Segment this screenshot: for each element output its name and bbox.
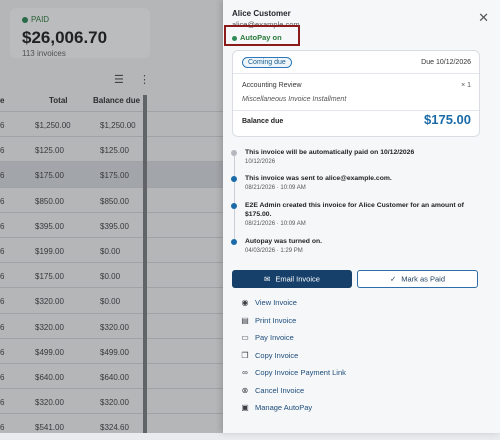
- timeline-text: This invoice was sent to alice@example.c…: [245, 175, 392, 182]
- invoice-drawer: Alice Customer alice@example.com ✕ AutoP…: [223, 0, 500, 433]
- timeline-time: 10/12/2026: [245, 159, 276, 165]
- action-label: Manage AutoPay: [255, 403, 313, 412]
- action-label: View Invoice: [255, 298, 297, 307]
- timeline-item: E2E Admin created this invoice for Alice…: [228, 201, 478, 227]
- timeline-time: 08/21/2026 · 10:09 AM: [245, 185, 306, 191]
- cancel-invoice-action[interactable]: ⊗ Cancel Invoice: [240, 386, 305, 398]
- email-invoice-button[interactable]: ✉ Email Invoice: [232, 270, 352, 288]
- autopay-icon: ▣: [241, 403, 249, 412]
- timeline-item: This invoice will be automatically paid …: [228, 148, 478, 165]
- divider: [233, 110, 479, 111]
- manage-autopay-action[interactable]: ▣ Manage AutoPay: [240, 403, 312, 415]
- timeline-text: This invoice will be automatically paid …: [245, 149, 415, 156]
- timeline-time: 04/03/2026 · 1:29 PM: [245, 248, 303, 254]
- line-item-name: Accounting Review: [242, 82, 302, 89]
- printer-icon: ▤: [241, 316, 249, 325]
- timeline-dot: [231, 203, 237, 209]
- copy-icon: ❐: [241, 351, 249, 360]
- invoice-card: Coming due Due 10/12/2026 Accounting Rev…: [232, 50, 480, 137]
- timeline-dot: [231, 176, 237, 182]
- view-invoice-action[interactable]: ◉ View Invoice: [240, 298, 297, 310]
- modal-overlay[interactable]: [0, 0, 232, 433]
- link-icon: ∞: [242, 368, 248, 377]
- timeline-dot: [231, 239, 237, 245]
- line-item-description: Miscellaneous Invoice Installment: [242, 96, 347, 103]
- customer-name: Alice Customer: [232, 9, 291, 18]
- coming-due-badge: Coming due: [242, 57, 292, 68]
- mail-icon: ✉: [264, 274, 271, 284]
- card-icon: ▭: [241, 333, 249, 342]
- action-label: Copy Invoice Payment Link: [255, 368, 346, 377]
- eye-icon: ◉: [241, 298, 249, 307]
- timeline-dot: [231, 150, 237, 156]
- mark-as-paid-button[interactable]: ✓ Mark as Paid: [357, 270, 478, 288]
- timeline-time: 08/21/2026 · 10:09 AM: [245, 221, 306, 227]
- cancel-icon: ⊗: [241, 386, 249, 395]
- autopay-label: AutoPay on: [240, 33, 282, 42]
- timeline-text: E2E Admin created this invoice for Alice…: [245, 202, 464, 218]
- line-item-qty: × 1: [461, 82, 471, 89]
- print-invoice-action[interactable]: ▤ Print Invoice: [240, 316, 296, 328]
- timeline-item: This invoice was sent to alice@example.c…: [228, 174, 478, 191]
- action-label: Cancel Invoice: [255, 386, 305, 395]
- copy-invoice-action[interactable]: ❐ Copy Invoice: [240, 351, 298, 363]
- autopay-status: AutoPay on: [232, 33, 282, 42]
- divider: [233, 73, 479, 74]
- balance-label: Balance due: [242, 118, 284, 125]
- timeline-text: Autopay was turned on.: [245, 238, 323, 245]
- action-label: Copy Invoice: [255, 351, 299, 360]
- action-label: Print Invoice: [255, 316, 297, 325]
- due-date: Due 10/12/2026: [421, 59, 471, 66]
- mark-as-paid-label: Mark as Paid: [401, 274, 446, 284]
- pay-invoice-action[interactable]: ▭ Pay Invoice: [240, 333, 294, 345]
- copy-payment-link-action[interactable]: ∞ Copy Invoice Payment Link: [240, 368, 346, 380]
- check-circle-icon: ✓: [389, 274, 397, 284]
- close-icon[interactable]: ✕: [478, 10, 489, 26]
- balance-amount: $175.00: [424, 112, 471, 127]
- action-label: Pay Invoice: [255, 333, 294, 342]
- status-dot: [232, 35, 237, 41]
- email-invoice-label: Email Invoice: [275, 274, 320, 284]
- timeline-item: Autopay was turned on. 04/03/2026 · 1:29…: [228, 237, 478, 254]
